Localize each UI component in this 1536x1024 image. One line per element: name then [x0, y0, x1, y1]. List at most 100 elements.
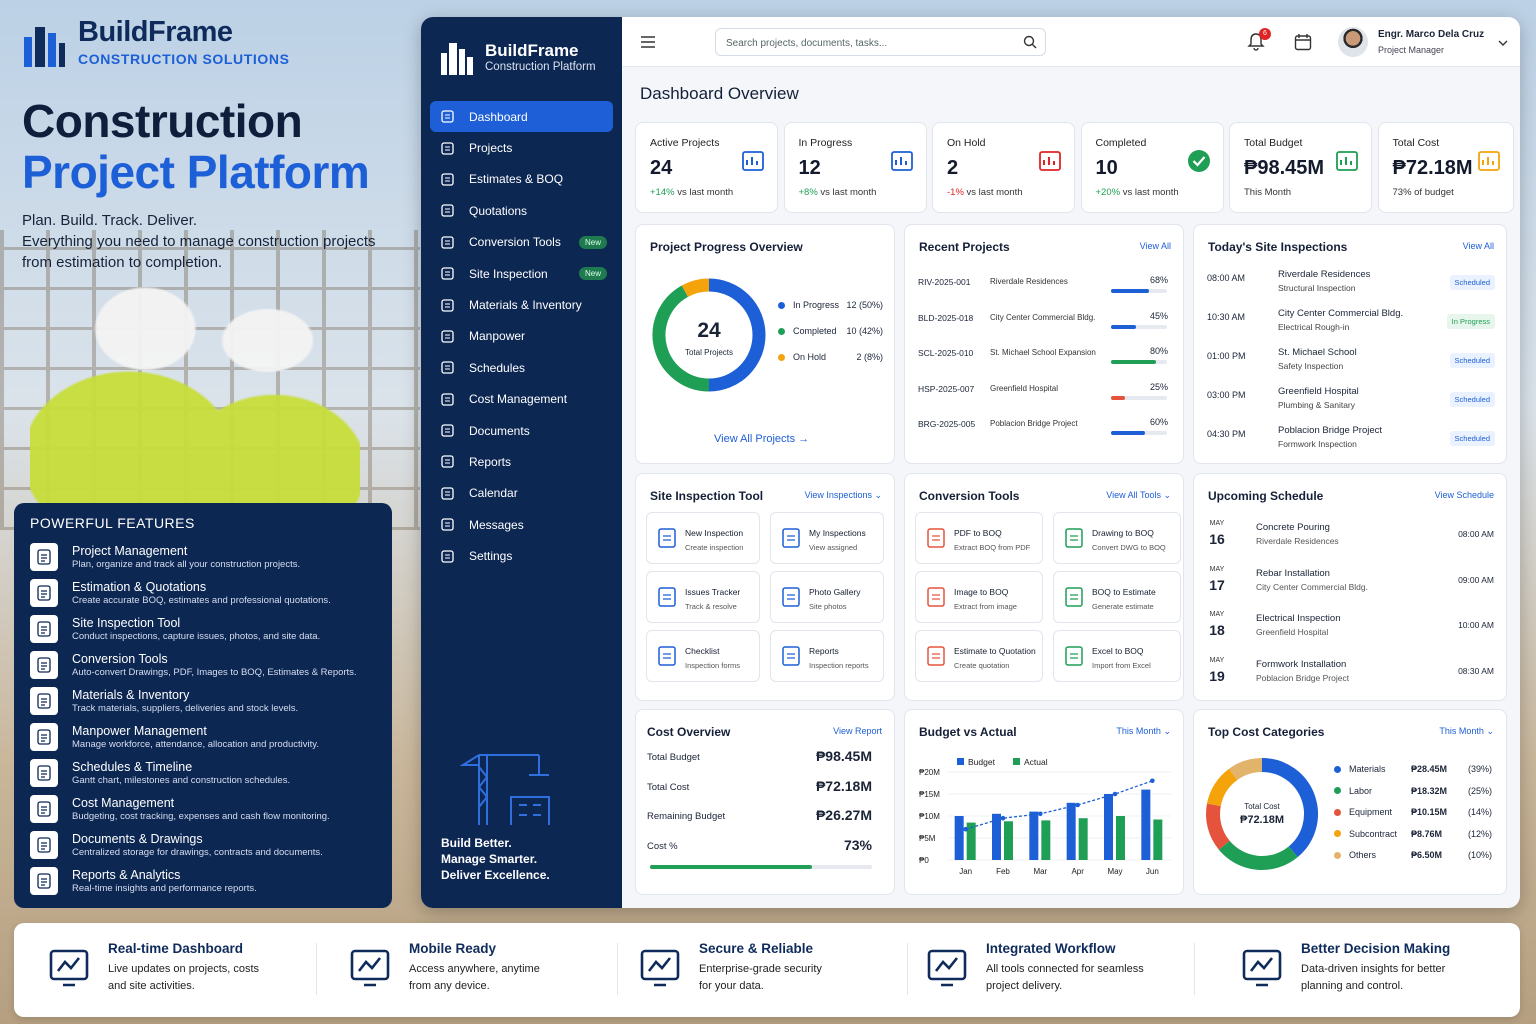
- table-row[interactable]: BRG-2025-005 Poblacion Bridge Project 60…: [918, 417, 1168, 449]
- tool-tile-boq-to-estimate[interactable]: BOQ to Estimate Generate estimate: [1053, 571, 1181, 623]
- table-row[interactable]: SCL-2025-010 St. Michael School Expansio…: [918, 346, 1168, 378]
- alarm-clock-icon: [1039, 151, 1061, 171]
- feature-item: Project Management Plan, organize and tr…: [30, 539, 376, 575]
- tool-tile-pdf-to-boq[interactable]: PDF to BOQ Extract BOQ from PDF: [915, 512, 1043, 564]
- list-item[interactable]: MAY 18 Electrical Inspection Greenfield …: [1207, 608, 1494, 650]
- coins-icon: [1477, 151, 1500, 171]
- view-report-link[interactable]: View Report: [833, 726, 882, 736]
- tool-tile-image-to-boq[interactable]: Image to BOQ Extract from image: [915, 571, 1043, 623]
- calculator-icon: [441, 173, 454, 186]
- list-item[interactable]: 03:00 PM Greenfield Hospital Plumbing & …: [1207, 386, 1495, 424]
- tile-title: Reports: [809, 646, 839, 656]
- project-code: BLD-2025-018: [918, 312, 974, 323]
- tile-title: Drawing to BOQ: [1092, 528, 1154, 538]
- donut-slice-others: [1229, 758, 1263, 781]
- sidebar-title: BuildFrame: [485, 41, 579, 60]
- list-item[interactable]: MAY 16 Concrete Pouring Riverdale Reside…: [1207, 517, 1494, 559]
- notifications-button[interactable]: 6: [1247, 28, 1271, 52]
- legend-label: Actual: [1024, 757, 1048, 767]
- tool-tile-photo-gallery[interactable]: Photo Gallery Site photos: [770, 571, 884, 623]
- benefit-title: Secure & Reliable: [699, 941, 814, 956]
- search-icon[interactable]: [1023, 35, 1037, 49]
- sidebar-subtitle: Construction Platform: [485, 61, 596, 73]
- tool-tile-reports[interactable]: Reports Inspection reports: [770, 630, 884, 682]
- donut-center-label: Total Cost: [1244, 802, 1280, 811]
- recent-projects-view-all-link[interactable]: View All: [1140, 241, 1171, 251]
- hamburger-menu-icon[interactable]: [640, 35, 656, 49]
- sidebar-item-schedules[interactable]: Schedules: [430, 352, 613, 383]
- feature-item: Cost Management Budgeting, cost tracking…: [30, 791, 376, 827]
- sidebar-item-conversion-tools[interactable]: Conversion Tools New: [430, 227, 613, 258]
- tool-tile-issues-tracker[interactable]: Issues Tracker Track & resolve: [646, 571, 760, 623]
- sidebar-item-messages[interactable]: Messages: [430, 509, 613, 540]
- status-badge: Scheduled: [1449, 431, 1495, 446]
- sidebar-item-calendar[interactable]: Calendar: [430, 478, 613, 509]
- tool-tile-new-inspection[interactable]: New Inspection Create inspection: [646, 512, 760, 564]
- tile-description: Generate estimate: [1092, 602, 1154, 611]
- budget-filter-dropdown[interactable]: This Month ⌄: [1116, 726, 1171, 737]
- inspections-view-all-link[interactable]: View All: [1463, 241, 1494, 251]
- list-item[interactable]: 04:30 PM Poblacion Bridge Project Formwo…: [1207, 425, 1495, 463]
- tile-description: Create quotation: [954, 661, 1010, 670]
- trend-point: [1112, 791, 1118, 797]
- list-item[interactable]: MAY 19 Formwork Installation Poblacion B…: [1207, 654, 1494, 696]
- x-tick-label: Jun: [1146, 867, 1159, 876]
- donut-slice-labor: [1218, 840, 1298, 870]
- calendar-icon[interactable]: [1294, 33, 1312, 51]
- list-item[interactable]: 01:00 PM St. Michael School Safety Inspe…: [1207, 347, 1495, 385]
- user-avatar[interactable]: [1338, 27, 1368, 57]
- tool-tile-excel-to-boq[interactable]: Excel to BOQ Import from Excel: [1053, 630, 1181, 682]
- view-schedule-link[interactable]: View Schedule: [1435, 490, 1494, 500]
- project-name: Riverdale Residences: [990, 277, 1068, 286]
- sidebar-item-manpower[interactable]: Manpower: [430, 321, 613, 352]
- sidebar-item-cost-management[interactable]: Cost Management: [430, 384, 613, 415]
- view-all-tools-link[interactable]: View All Tools ⌄: [1106, 490, 1171, 501]
- card-title: Top Cost Categories: [1208, 725, 1325, 739]
- feature-icon: [30, 579, 58, 607]
- sidebar-item-estimates-boq[interactable]: Estimates & BOQ: [430, 164, 613, 195]
- tool-tile-drawing-to-boq[interactable]: Drawing to BOQ Convert DWG to BOQ: [1053, 512, 1181, 564]
- table-row[interactable]: RIV-2025-001 Riverdale Residences 68%: [918, 275, 1168, 307]
- bar-budget-jan: [954, 816, 964, 860]
- reports-icon: [782, 646, 800, 666]
- feature-description: Track materials, suppliers, deliveries a…: [72, 702, 299, 714]
- kpi-value: 2: [947, 157, 959, 179]
- sidebar-item-projects[interactable]: Projects: [430, 132, 613, 163]
- top-cost-filter-dropdown[interactable]: This Month ⌄: [1439, 726, 1494, 737]
- schedule-task: Formwork Installation: [1256, 658, 1347, 670]
- inspection-time: 04:30 PM: [1207, 429, 1246, 439]
- table-row[interactable]: HSP-2025-007 Greenfield Hospital 25%: [918, 382, 1168, 414]
- x-tick-label: Apr: [1071, 867, 1084, 876]
- kpi-value: ₱72.18M: [1392, 157, 1473, 179]
- view-inspections-link[interactable]: View Inspections ⌄: [805, 490, 882, 501]
- users-icon: [441, 330, 454, 343]
- tool-tile-checklist[interactable]: Checklist Inspection forms: [646, 630, 760, 682]
- sidebar-item-documents[interactable]: Documents: [430, 415, 613, 446]
- legend-item: Equipment ₱10.15M (14%): [1334, 807, 1492, 817]
- cost-value: 73%: [843, 836, 872, 853]
- list-item[interactable]: MAY 17 Rebar Installation City Center Co…: [1207, 563, 1494, 605]
- sidebar-item-materials-inventory[interactable]: Materials & Inventory: [430, 289, 613, 320]
- benefit-item: Real-time Dashboard Live updates on proj…: [49, 941, 259, 995]
- sidebar-item-reports[interactable]: Reports: [430, 446, 613, 477]
- tool-tile-estimate-to-quotation[interactable]: Estimate to Quotation Create quotation: [915, 630, 1043, 682]
- sidebar-item-quotations[interactable]: Quotations: [430, 195, 613, 226]
- inspection-type: Formwork Inspection: [1278, 439, 1357, 449]
- chevron-down-icon[interactable]: [1498, 39, 1508, 47]
- list-item[interactable]: 08:00 AM Riverdale Residences Structural…: [1207, 269, 1495, 307]
- quotation-icon: [927, 646, 945, 666]
- feature-item: Materials & Inventory Track materials, s…: [30, 683, 376, 719]
- user-name: Engr. Marco Dela Cruz: [1378, 29, 1485, 40]
- table-row[interactable]: BLD-2025-018 City Center Commercial Bldg…: [918, 311, 1168, 343]
- project-name: Greenfield Hospital: [990, 383, 1059, 393]
- view-all-projects-link[interactable]: View All Projects →: [714, 433, 809, 445]
- search-input[interactable]: Search projects, documents, tasks...: [715, 28, 1046, 56]
- image-icon: [927, 587, 945, 607]
- sidebar-item-settings[interactable]: Settings: [430, 540, 613, 571]
- sidebar-item-site-inspection[interactable]: Site Inspection New: [430, 258, 613, 289]
- feature-title: Site Inspection Tool: [72, 615, 181, 630]
- tool-tile-my-inspections[interactable]: My Inspections View assigned: [770, 512, 884, 564]
- sidebar-item-dashboard[interactable]: Dashboard: [430, 101, 613, 133]
- mobile-phone-icon: [350, 949, 390, 987]
- list-item[interactable]: 10:30 AM City Center Commercial Bldg. El…: [1207, 308, 1495, 346]
